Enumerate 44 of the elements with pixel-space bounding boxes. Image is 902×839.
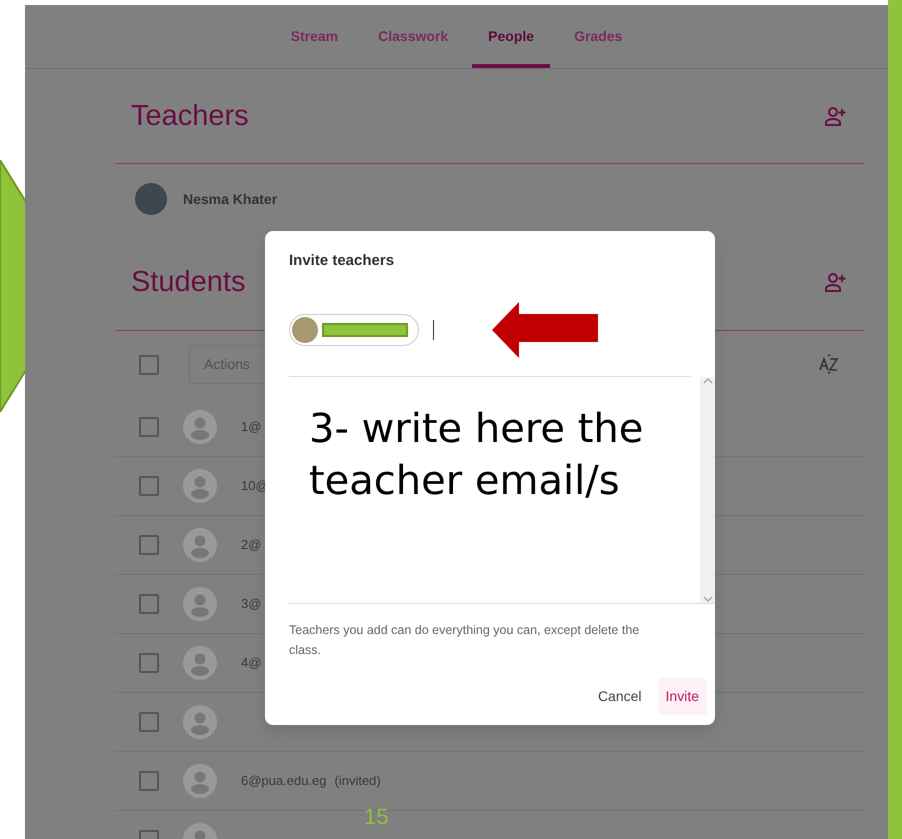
invite-button[interactable]: Invite xyxy=(658,678,707,715)
avatar-icon xyxy=(183,705,217,739)
section-title: Students xyxy=(131,264,246,300)
row-checkbox[interactable] xyxy=(139,712,159,732)
row-checkbox[interactable] xyxy=(139,653,159,673)
scroll-down-icon[interactable] xyxy=(702,596,712,602)
teacher-name: Nesma Khater xyxy=(183,190,278,208)
tab[interactable]: Grades xyxy=(558,5,638,68)
avatar-icon xyxy=(183,587,217,621)
dialog-title: Invite teachers xyxy=(288,251,396,270)
row-checkbox[interactable] xyxy=(139,417,159,437)
avatar-icon xyxy=(183,469,217,503)
invite-status: (invited) xyxy=(334,772,381,790)
student-email: 6@pua.edu.eg xyxy=(241,772,326,790)
tab[interactable]: Stream xyxy=(274,5,354,68)
avatar-icon xyxy=(183,764,217,798)
tab[interactable]: People xyxy=(472,5,550,68)
avatar-photo xyxy=(135,183,167,215)
row-checkbox[interactable] xyxy=(139,535,159,555)
cancel-button[interactable]: Cancel xyxy=(590,678,650,715)
avatar-icon xyxy=(183,528,217,562)
select-all-checkbox[interactable] xyxy=(139,354,159,374)
scrollbar[interactable] xyxy=(700,377,715,603)
avatar-icon xyxy=(183,646,217,680)
text-cursor xyxy=(433,320,434,340)
dialog-note: Teachers you add can do everything you can, except delete the class. xyxy=(288,622,640,659)
row-checkbox[interactable] xyxy=(139,771,159,791)
add-person-icon[interactable] xyxy=(825,106,846,126)
person-chip[interactable] xyxy=(289,314,419,346)
student-email: 4@ xyxy=(241,654,262,672)
section-title: Teachers xyxy=(131,98,249,134)
row-checkbox[interactable] xyxy=(139,594,159,614)
student-email: 3@ xyxy=(241,595,262,614)
annotation-text: 3- write here the teacher email/s xyxy=(308,405,644,506)
scroll-up-icon[interactable] xyxy=(702,378,712,384)
avatar-icon xyxy=(183,410,217,444)
row-checkbox[interactable] xyxy=(139,476,159,496)
student-email: 2@ xyxy=(241,536,262,554)
avatar-photo xyxy=(292,317,318,343)
tab[interactable]: Classwork xyxy=(362,5,464,68)
add-person-icon[interactable] xyxy=(825,272,846,292)
student-email: 1@ xyxy=(241,418,262,436)
page-number: 15 xyxy=(364,803,388,831)
sort-icon[interactable] xyxy=(819,354,838,374)
